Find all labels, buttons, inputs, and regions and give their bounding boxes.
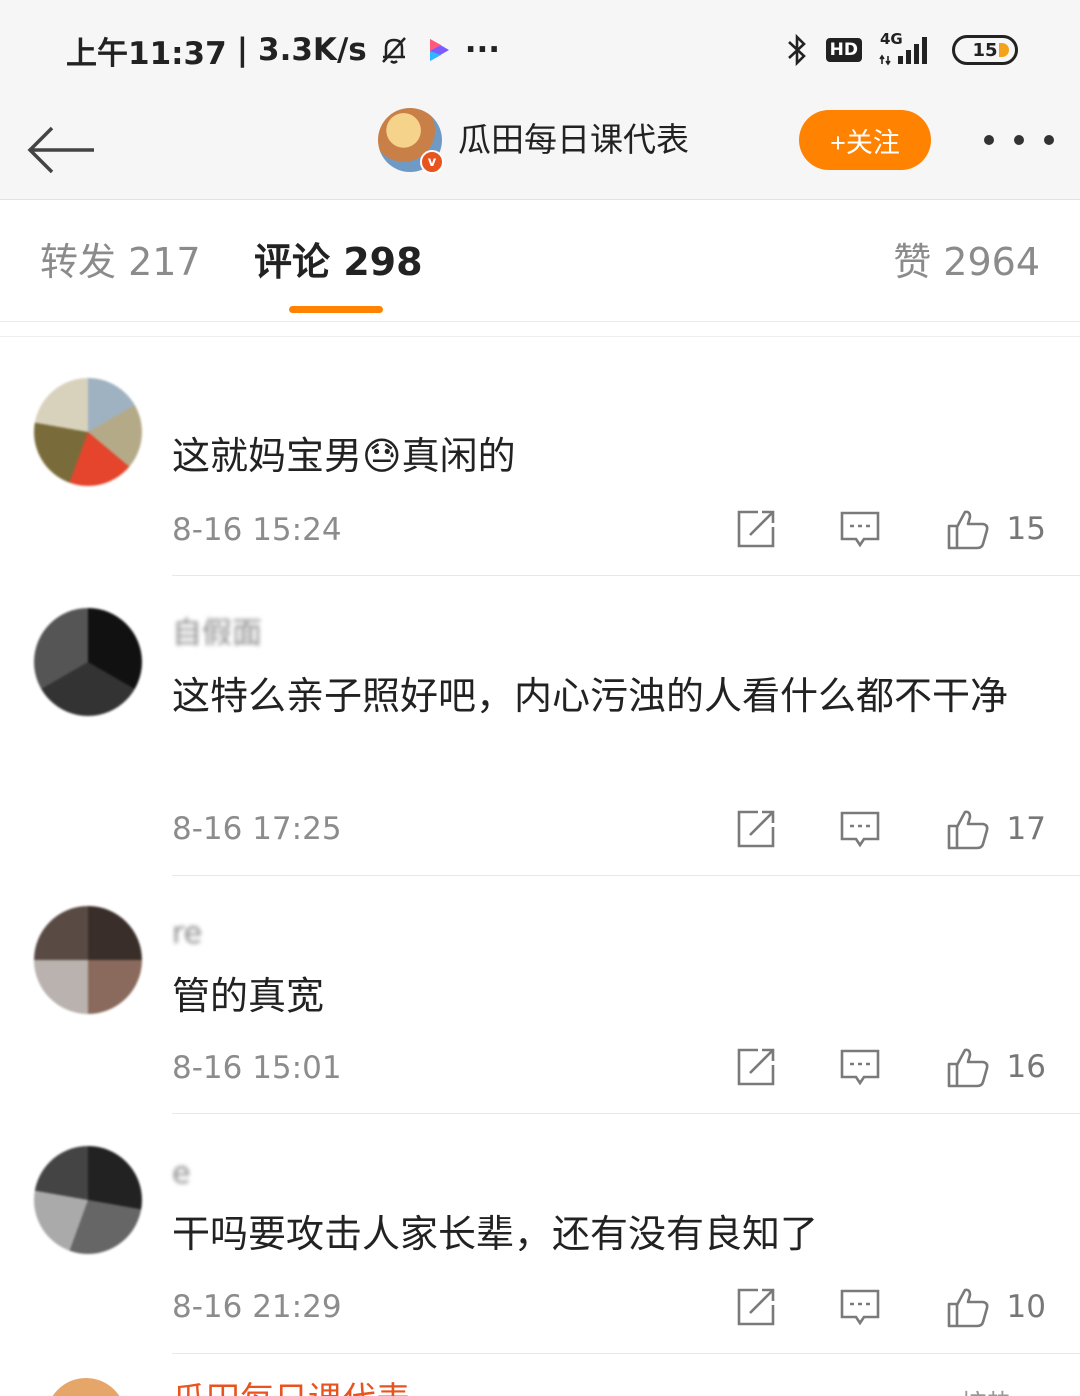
- share-icon: [737, 810, 774, 848]
- status-time: 上午11:37: [66, 35, 227, 72]
- share-button[interactable]: [731, 804, 781, 854]
- author-name[interactable]: 瓜田每日课代表: [458, 116, 689, 164]
- comment-text: 这就妈宝男😓真闲的: [172, 434, 516, 478]
- share-button[interactable]: [731, 1282, 781, 1332]
- like-count: 17: [1006, 811, 1046, 847]
- reply-button[interactable]: [835, 1042, 885, 1092]
- tab-comment[interactable]: 评论 298: [254, 238, 423, 286]
- reply-button[interactable]: [835, 1282, 885, 1332]
- bluetooth-icon: [784, 32, 810, 68]
- sort-toggle[interactable]: 按热 ∨: [961, 1384, 1040, 1396]
- signal-icon: 4G: [878, 30, 936, 68]
- avatar[interactable]: [34, 906, 142, 1014]
- divider: [172, 1353, 1080, 1354]
- comment-time: 8-16 17:25: [172, 811, 342, 847]
- comment-icon: [840, 1289, 879, 1326]
- like-button[interactable]: 16: [945, 1044, 1046, 1090]
- status-speed: 3.3K/s: [258, 32, 367, 68]
- comment-actions: 15: [731, 504, 1046, 554]
- comment-text: 管的真宽: [172, 974, 325, 1018]
- share-button[interactable]: [731, 504, 781, 554]
- status-more: ···: [464, 32, 501, 68]
- comment-time: 8-16 15:24: [172, 512, 342, 548]
- back-button[interactable]: [24, 110, 100, 186]
- more-dot-icon: [984, 135, 994, 145]
- status-left: 上午11:37 | 3.3K/s ···: [66, 26, 500, 74]
- like-count: 16: [1006, 1049, 1046, 1085]
- avatar[interactable]: [34, 608, 142, 716]
- battery-icon: 15: [952, 35, 1018, 65]
- avatar[interactable]: [34, 378, 142, 486]
- comment-actions: 17: [731, 804, 1046, 854]
- more-dot-icon: [1044, 135, 1054, 145]
- follow-button[interactable]: +关注: [799, 110, 931, 170]
- post-header: v 瓜田每日课代表 +关注: [0, 98, 1080, 200]
- thumbs-up-icon: [947, 510, 989, 550]
- status-separator: |: [236, 32, 249, 68]
- divider: [0, 336, 1080, 337]
- bell-off-icon: [377, 33, 411, 67]
- video-app-icon: [421, 33, 455, 67]
- thumbs-up-icon: [947, 1288, 989, 1328]
- comment-time: 8-16 21:29: [172, 1289, 342, 1325]
- comment-icon: [840, 811, 879, 848]
- avatar[interactable]: [46, 1378, 126, 1396]
- comment-nickname[interactable]: 自假面: [172, 614, 262, 654]
- battery-tip: [999, 43, 1009, 57]
- arrow-left-icon: [27, 126, 94, 174]
- comment-nickname[interactable]: 瓜田每日课代表: [172, 1380, 410, 1396]
- share-icon: [737, 510, 774, 548]
- more-options-button[interactable]: [984, 116, 1054, 164]
- share-button[interactable]: [731, 1042, 781, 1092]
- comment-item: re 管的真宽 8-16 15:01 16: [0, 876, 1080, 1114]
- active-tab-indicator: [289, 306, 383, 313]
- reply-button[interactable]: [835, 804, 885, 854]
- status-bar: 上午11:37 | 3.3K/s ··· HD 4G 15: [0, 0, 1080, 98]
- comment-nickname[interactable]: e: [172, 1154, 190, 1194]
- comment-item: e 干吗要攻击人家长辈，还有没有良知了 8-16 21:29 10: [0, 1114, 1080, 1354]
- tab-like[interactable]: 赞 2964: [893, 238, 1040, 286]
- comment-actions: 10: [731, 1282, 1046, 1332]
- like-count: 10: [1006, 1289, 1046, 1325]
- more-dot-icon: [1014, 135, 1024, 145]
- tab-repost[interactable]: 转发 217: [40, 238, 201, 286]
- comment-icon: [840, 511, 879, 548]
- like-count: 15: [1006, 511, 1046, 547]
- comment-actions: 16: [731, 1042, 1046, 1092]
- comment-item: 自假面 这特么亲子照好吧，内心污浊的人看什么都不干净 8-16 17:25 17: [0, 576, 1080, 876]
- like-button[interactable]: 15: [945, 506, 1046, 552]
- like-button[interactable]: 17: [945, 806, 1046, 852]
- verified-badge: v: [420, 150, 444, 174]
- comment-icon: [840, 1049, 879, 1086]
- like-button[interactable]: 10: [945, 1284, 1046, 1330]
- comment-time: 8-16 15:01: [172, 1050, 342, 1086]
- share-icon: [737, 1288, 774, 1326]
- comment-text: 这特么亲子照好吧，内心污浊的人看什么都不干净: [172, 674, 1009, 718]
- comment-item: 这就妈宝男😓真闲的 8-16 15:24 15: [0, 340, 1080, 576]
- next-comment-peek: 瓜田每日课代表 按热 ∨: [0, 1362, 1080, 1396]
- battery-level: 15: [972, 39, 998, 61]
- reply-button[interactable]: [835, 504, 885, 554]
- share-icon: [737, 1048, 774, 1086]
- avatar[interactable]: [34, 1146, 142, 1254]
- hd-icon: HD: [825, 38, 862, 62]
- status-right: HD 4G 15: [784, 26, 1018, 74]
- thumbs-up-icon: [947, 810, 989, 850]
- post-tabs: 转发 217 评论 298 赞 2964: [0, 200, 1080, 322]
- thumbs-up-icon: [947, 1048, 989, 1088]
- comment-nickname[interactable]: re: [172, 914, 202, 954]
- comment-text: 干吗要攻击人家长辈，还有没有良知了: [172, 1212, 819, 1256]
